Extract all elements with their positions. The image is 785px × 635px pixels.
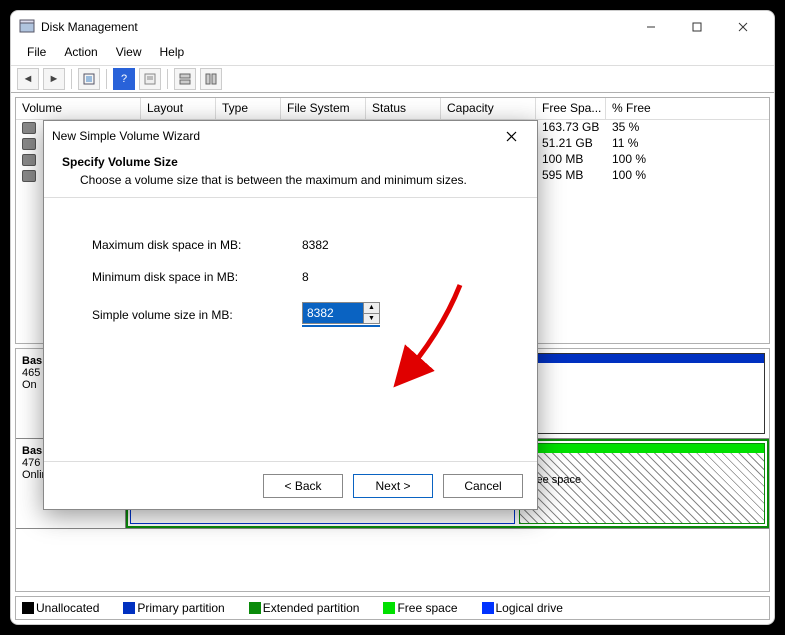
menu-view[interactable]: View bbox=[108, 43, 150, 65]
cancel-button[interactable]: Cancel bbox=[443, 474, 523, 498]
back-button[interactable]: < Back bbox=[263, 474, 343, 498]
app-icon bbox=[19, 19, 35, 35]
close-button[interactable] bbox=[720, 12, 766, 42]
view1-icon[interactable] bbox=[174, 68, 196, 90]
swatch-primary bbox=[123, 602, 135, 614]
freespace-value: 51.21 GB bbox=[536, 136, 606, 152]
refresh-icon[interactable] bbox=[78, 68, 100, 90]
partition-status: Free space bbox=[526, 473, 758, 487]
partition-free[interactable]: Free space bbox=[519, 443, 765, 524]
minimize-button[interactable] bbox=[628, 12, 674, 42]
disk-icon bbox=[22, 170, 36, 182]
pctfree-value: 100 % bbox=[606, 152, 666, 168]
dialog-close-button[interactable] bbox=[493, 123, 529, 149]
new-volume-wizard-dialog: New Simple Volume Wizard Specify Volume … bbox=[43, 120, 538, 510]
col-filesystem[interactable]: File System bbox=[281, 98, 366, 119]
pctfree-value: 35 % bbox=[606, 120, 666, 136]
view2-icon[interactable] bbox=[200, 68, 222, 90]
pctfree-value: 11 % bbox=[606, 136, 666, 152]
focus-underline bbox=[302, 325, 380, 327]
back-icon[interactable]: ◄ bbox=[17, 68, 39, 90]
swatch-unallocated bbox=[22, 602, 34, 614]
col-volume[interactable]: Volume bbox=[16, 98, 141, 119]
min-space-value: 8 bbox=[302, 270, 309, 284]
titlebar: Disk Management bbox=[11, 11, 774, 43]
help-icon[interactable]: ? bbox=[113, 68, 135, 90]
menu-help[interactable]: Help bbox=[152, 43, 193, 65]
menu-action[interactable]: Action bbox=[56, 43, 105, 65]
separator bbox=[167, 69, 168, 89]
swatch-extended bbox=[249, 602, 261, 614]
dialog-heading: Specify Volume Size bbox=[62, 155, 519, 169]
freespace-value: 595 MB bbox=[536, 168, 606, 184]
dialog-title: New Simple Volume Wizard bbox=[52, 129, 200, 143]
separator bbox=[71, 69, 72, 89]
toolbar: ◄ ► ? bbox=[11, 65, 774, 93]
dialog-header: Specify Volume Size Choose a volume size… bbox=[44, 151, 537, 198]
legend: Unallocated Primary partition Extended p… bbox=[15, 596, 770, 620]
disk-icon bbox=[22, 154, 36, 166]
spinner-up-icon[interactable]: ▲ bbox=[364, 303, 379, 314]
menu-file[interactable]: File bbox=[19, 43, 54, 65]
window-title: Disk Management bbox=[41, 20, 138, 34]
forward-icon[interactable]: ► bbox=[43, 68, 65, 90]
spinner-down-icon[interactable]: ▼ bbox=[364, 314, 379, 324]
volume-size-spinner[interactable]: ▲ ▼ bbox=[302, 302, 380, 324]
maximize-button[interactable] bbox=[674, 12, 720, 42]
freespace-value: 163.73 GB bbox=[536, 120, 606, 136]
col-freespace[interactable]: Free Spa... bbox=[536, 98, 606, 119]
col-status[interactable]: Status bbox=[366, 98, 441, 119]
menubar: File Action View Help bbox=[11, 43, 774, 65]
min-space-label: Minimum disk space in MB: bbox=[92, 270, 302, 284]
dialog-footer: < Back Next > Cancel bbox=[44, 461, 537, 509]
col-type[interactable]: Type bbox=[216, 98, 281, 119]
properties-icon[interactable] bbox=[139, 68, 161, 90]
freespace-value: 100 MB bbox=[536, 152, 606, 168]
max-space-label: Maximum disk space in MB: bbox=[92, 238, 302, 252]
swatch-free bbox=[383, 602, 395, 614]
next-button[interactable]: Next > bbox=[353, 474, 433, 498]
pctfree-value: 100 % bbox=[606, 168, 666, 184]
max-space-value: 8382 bbox=[302, 238, 329, 252]
col-capacity[interactable]: Capacity bbox=[441, 98, 536, 119]
disk-icon bbox=[22, 138, 36, 150]
window-controls bbox=[628, 12, 766, 42]
volume-size-input[interactable] bbox=[303, 303, 363, 323]
disk-icon bbox=[22, 122, 36, 134]
dialog-body: Maximum disk space in MB: 8382 Minimum d… bbox=[44, 198, 537, 461]
col-layout[interactable]: Layout bbox=[141, 98, 216, 119]
size-label: Simple volume size in MB: bbox=[92, 308, 302, 322]
dialog-titlebar: New Simple Volume Wizard bbox=[44, 121, 537, 151]
col-pctfree[interactable]: % Free bbox=[606, 98, 666, 119]
swatch-logical bbox=[482, 602, 494, 614]
separator bbox=[106, 69, 107, 89]
dialog-subheading: Choose a volume size that is between the… bbox=[80, 173, 519, 187]
column-headers: Volume Layout Type File System Status Ca… bbox=[16, 98, 769, 120]
